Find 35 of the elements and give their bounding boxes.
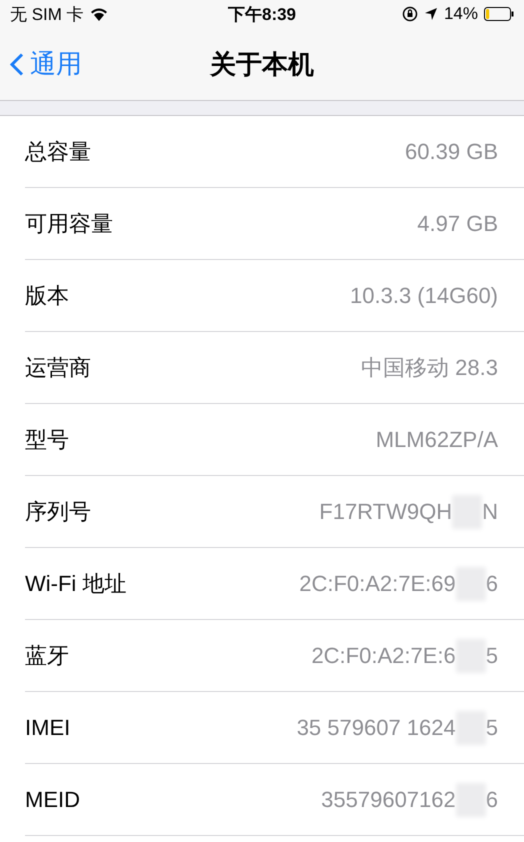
row-value: 中国移动 28.3 — [361, 354, 498, 382]
wifi-icon — [90, 7, 108, 21]
back-chevron-icon — [10, 52, 24, 76]
row-value: N — [482, 498, 498, 524]
row-value: 10.3.3 (14G60) — [350, 282, 498, 308]
row-label: 总容量 — [25, 138, 91, 166]
row-label: 可用容量 — [25, 210, 113, 238]
row-label: 运营商 — [25, 354, 91, 382]
row-label: IMEI — [25, 714, 70, 740]
row-label: 序列号 — [25, 498, 91, 526]
location-arrow-icon — [424, 7, 438, 21]
page-title: 关于本机 — [210, 48, 314, 80]
row-label: 蓝牙 — [25, 642, 69, 670]
row-label: Wi-Fi 地址 — [25, 570, 126, 598]
carrier-text: 无 SIM 卡 — [10, 4, 84, 26]
row-value: 4.97 GB — [417, 210, 498, 236]
row-value: 2C:F0:A2:7E:69 — [299, 570, 456, 596]
row-value: 60.39 GB — [405, 138, 498, 164]
row-value: 5 — [486, 642, 498, 668]
row-value: MLM62ZP/A — [376, 426, 498, 452]
row-label: MEID — [25, 786, 80, 812]
rotation-lock-icon — [402, 6, 418, 22]
battery-icon — [484, 7, 514, 21]
row-value: 6 — [486, 570, 498, 596]
row-label: 型号 — [25, 426, 69, 454]
row-value: 35 579607 1624 — [296, 714, 456, 740]
row-value: 35579607162 — [321, 786, 456, 812]
row-value: F17RTW9QH — [319, 498, 452, 524]
row-label: 版本 — [25, 282, 69, 310]
back-button[interactable]: 通用 — [10, 46, 82, 82]
clock-text: 下午8:39 — [228, 4, 296, 26]
row-value: 6 — [486, 786, 498, 812]
row-value: 5 — [486, 714, 498, 740]
battery-percent: 14% — [444, 4, 478, 24]
row-value: 2C:F0:A2:7E:6 — [311, 642, 456, 668]
